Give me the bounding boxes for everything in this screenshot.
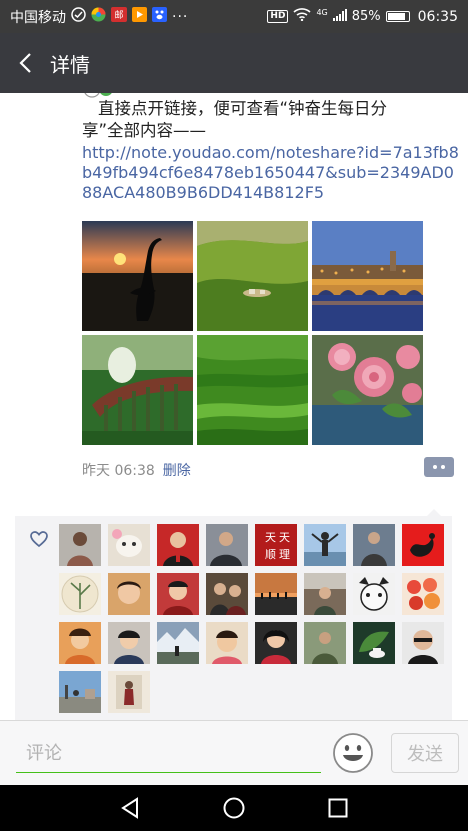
emoji-icon[interactable]: [332, 732, 374, 774]
post-text-line: 直接点开链接，便可查看“钟奋生每日分: [98, 99, 388, 118]
mail-status-icon: 邮: [111, 7, 127, 26]
photo-bridge-town-night[interactable]: [312, 221, 423, 331]
liker-avatar[interactable]: [59, 573, 101, 615]
liker-avatar[interactable]: [402, 524, 444, 566]
liker-avatar[interactable]: [206, 573, 248, 615]
liker-avatar[interactable]: [402, 622, 444, 664]
baidu-status-icon: [152, 7, 167, 26]
carrier-label: 中国移动: [10, 9, 66, 26]
wechat-status-icon: [71, 7, 86, 26]
more-actions-icon: [441, 465, 445, 469]
liker-avatar[interactable]: [255, 622, 297, 664]
photo-green-hills[interactable]: [197, 221, 308, 331]
liker-avatar[interactable]: [255, 573, 297, 615]
status-bar: 中国移动 邮 ··· HD 4G 85% 06:35: [0, 0, 468, 33]
post-link[interactable]: http://note.youdao.com/noteshare?id=7a13…: [82, 143, 462, 203]
photo-green-grassland[interactable]: [197, 335, 308, 445]
liker-avatar[interactable]: [304, 524, 346, 566]
heart-outline-icon: [30, 531, 48, 548]
photo-grid: [82, 221, 425, 445]
liker-avatar[interactable]: [108, 671, 150, 713]
svg-text:邮: 邮: [114, 9, 123, 21]
comment-input-bar: 发送: [0, 720, 468, 785]
photo-steam-train-viaduct[interactable]: [82, 335, 193, 445]
more-notifications-icon: ···: [172, 8, 189, 25]
liker-avatar[interactable]: [206, 524, 248, 566]
post-text-line: 享”全部内容——: [82, 121, 207, 140]
moments-detail-page: 中国移动 邮 ··· HD 4G 85% 06:35 详情 直接点开链接，便可查…: [0, 0, 468, 831]
more-actions-button[interactable]: [424, 457, 454, 477]
signal-icon: [332, 8, 347, 25]
svg-text:天: 天: [279, 531, 290, 544]
send-button[interactable]: 发送: [391, 733, 459, 773]
status-bar-left: 中国移动 邮 ···: [10, 7, 188, 27]
liker-avatar[interactable]: [108, 622, 150, 664]
likes-panel: 天天顺理: [15, 509, 452, 720]
comment-input[interactable]: [16, 735, 321, 773]
wifi-icon: [293, 8, 311, 25]
more-actions-icon: [433, 465, 437, 469]
battery-fill: [387, 13, 405, 20]
svg-text:理: 理: [279, 548, 290, 561]
post-meta: 昨天 06:38 删除: [82, 460, 191, 480]
liker-avatar[interactable]: [304, 622, 346, 664]
system-nav-bar: [0, 785, 468, 831]
liker-avatar[interactable]: [353, 573, 395, 615]
chevron-left-icon: [19, 53, 31, 73]
liker-avatar[interactable]: [108, 573, 150, 615]
photo-crane-sunset[interactable]: [82, 221, 193, 331]
liker-avatar[interactable]: [353, 622, 395, 664]
video-status-icon: [132, 7, 147, 26]
liker-avatar[interactable]: [157, 524, 199, 566]
nav-recents-icon: [328, 798, 348, 818]
page-title: 详情: [50, 52, 90, 77]
status-time: 06:35: [417, 8, 458, 25]
svg-text:顺: 顺: [265, 548, 276, 561]
likers-list: 天天顺理: [59, 524, 451, 713]
status-bar-right: HD 4G 85% 06:35: [267, 8, 458, 25]
nav-home-icon: [223, 797, 245, 819]
nav-home-button[interactable]: [219, 793, 249, 823]
nav-back-icon: [121, 797, 138, 819]
liker-avatar[interactable]: [353, 524, 395, 566]
liker-avatar[interactable]: [59, 622, 101, 664]
liker-avatar[interactable]: [402, 573, 444, 615]
post-text: 直接点开链接，便可查看“钟奋生每日分 享”全部内容——: [82, 98, 454, 142]
delete-link[interactable]: 删除: [163, 460, 191, 480]
liker-avatar[interactable]: [157, 573, 199, 615]
nav-back-button[interactable]: [115, 793, 145, 823]
back-button[interactable]: [0, 33, 50, 93]
browser-status-icon: [91, 7, 106, 26]
liker-avatar[interactable]: 天天顺理: [255, 524, 297, 566]
post-content: 直接点开链接，便可查看“钟奋生每日分 享”全部内容—— http://note.…: [0, 93, 468, 720]
hd-badge: HD: [267, 10, 289, 23]
liker-avatar[interactable]: [304, 573, 346, 615]
liker-avatar[interactable]: [59, 671, 101, 713]
title-bar: 详情: [0, 33, 468, 93]
liker-avatar[interactable]: [157, 622, 199, 664]
battery-icon: [385, 11, 410, 22]
liker-avatar[interactable]: [59, 524, 101, 566]
photo-pink-roses[interactable]: [312, 335, 423, 445]
liker-avatar[interactable]: [108, 524, 150, 566]
liker-avatar[interactable]: [206, 622, 248, 664]
network-type-label: 4G: [316, 8, 328, 17]
battery-percent: 85%: [351, 9, 381, 24]
svg-text:天: 天: [265, 531, 276, 544]
nav-recents-button[interactable]: [323, 793, 353, 823]
post-time: 昨天 06:38: [82, 463, 155, 479]
